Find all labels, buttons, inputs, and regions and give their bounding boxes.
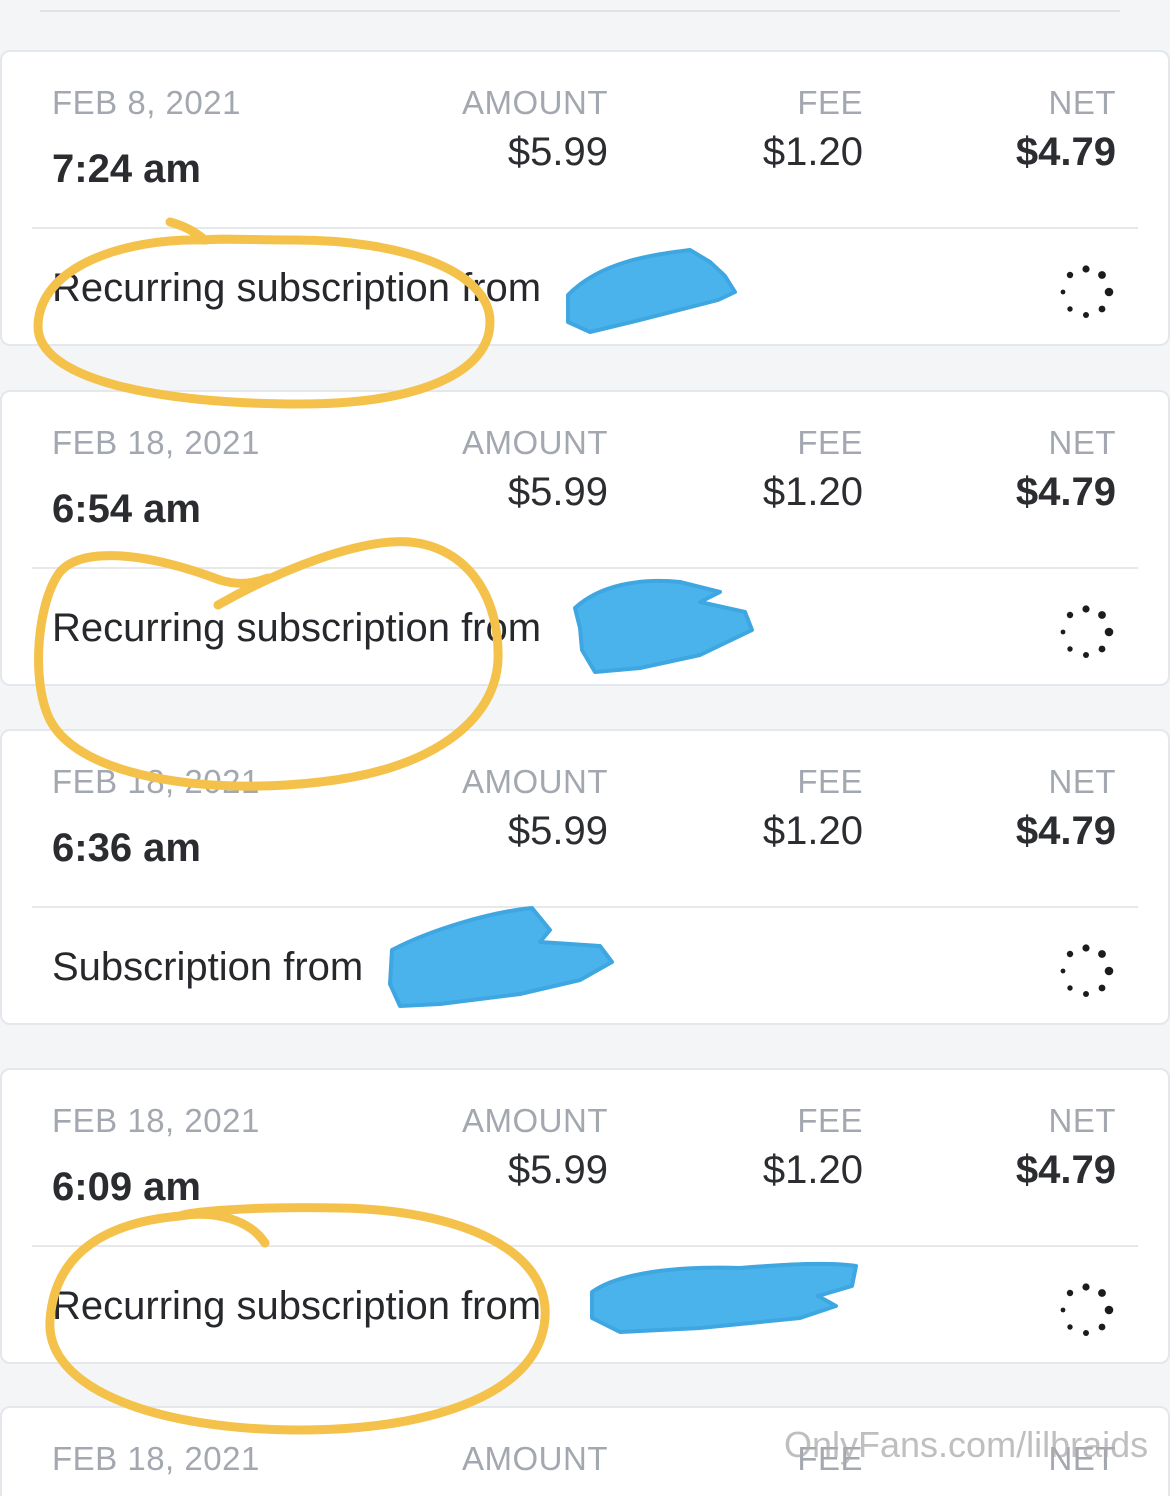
transaction-card[interactable]: FEB 18, 2021 AMOUNT FEE NET 6:54 am $5.9… <box>0 390 1170 686</box>
fee-label: FEE <box>797 84 863 121</box>
loading-spinner-icon <box>1060 944 1114 997</box>
card-divider <box>32 1245 1138 1247</box>
amount-value: $5.99 <box>507 130 608 174</box>
loading-spinner-icon <box>1060 265 1114 318</box>
net-value: $4.79 <box>1015 130 1116 174</box>
net-value: $4.79 <box>1015 809 1116 853</box>
transaction-date: FEB 18, 2021 <box>52 763 260 800</box>
transaction-date: FEB 18, 2021 <box>52 424 260 461</box>
transaction-card[interactable]: FEB 18, 2021 AMOUNT FEE NET 6:36 am $5.9… <box>0 729 1170 1025</box>
transaction-date: FEB 18, 2021 <box>52 1102 260 1139</box>
loading-spinner-icon <box>1060 1283 1114 1336</box>
fee-label: FEE <box>797 1102 863 1139</box>
card-divider <box>32 906 1138 908</box>
amount-label: AMOUNT <box>462 1102 608 1139</box>
transaction-time: 6:36 am <box>52 826 201 870</box>
card-divider <box>32 227 1138 229</box>
transaction-card[interactable]: FEB 18, 2021 AMOUNT FEE NET 6:09 am $5.9… <box>0 1068 1170 1364</box>
transaction-description: Recurring subscription from <box>52 266 542 310</box>
transaction-time: 7:24 am <box>52 147 201 191</box>
transaction-description: Recurring subscription from <box>52 606 542 650</box>
transaction-card[interactable]: FEB 8, 2021 AMOUNT FEE NET 7:24 am $5.99… <box>0 50 1170 346</box>
net-label: NET <box>1048 763 1116 800</box>
fee-label: FEE <box>797 424 863 461</box>
net-label: NET <box>1048 84 1116 121</box>
transaction-date: FEB 8, 2021 <box>52 84 241 121</box>
net-value: $4.79 <box>1015 1148 1116 1192</box>
fee-value: $1.20 <box>762 470 863 514</box>
loading-spinner-icon <box>1060 605 1114 658</box>
fee-label: FEE <box>797 763 863 800</box>
fee-value: $1.20 <box>762 130 863 174</box>
amount-value: $5.99 <box>507 809 608 853</box>
fee-value: $1.20 <box>762 1148 863 1192</box>
amount-label: AMOUNT <box>462 84 608 121</box>
previous-card-edge <box>40 0 1120 12</box>
fee-value: $1.20 <box>762 809 863 853</box>
transaction-description: Subscription from <box>52 945 364 989</box>
net-label: NET <box>1048 1102 1116 1139</box>
amount-label: AMOUNT <box>462 1440 608 1477</box>
transaction-date: FEB 18, 2021 <box>52 1440 260 1477</box>
watermark: OnlyFans.com/lilbraids <box>784 1424 1149 1465</box>
amount-value: $5.99 <box>507 1148 608 1192</box>
amount-label: AMOUNT <box>462 424 608 461</box>
card-divider <box>32 567 1138 569</box>
net-value: $4.79 <box>1015 470 1116 514</box>
transaction-description: Recurring subscription from <box>52 1284 542 1328</box>
net-label: NET <box>1048 424 1116 461</box>
amount-value: $5.99 <box>507 470 608 514</box>
transaction-time: 6:09 am <box>52 1165 201 1209</box>
transaction-time: 6:54 am <box>52 487 201 531</box>
amount-label: AMOUNT <box>462 763 608 800</box>
